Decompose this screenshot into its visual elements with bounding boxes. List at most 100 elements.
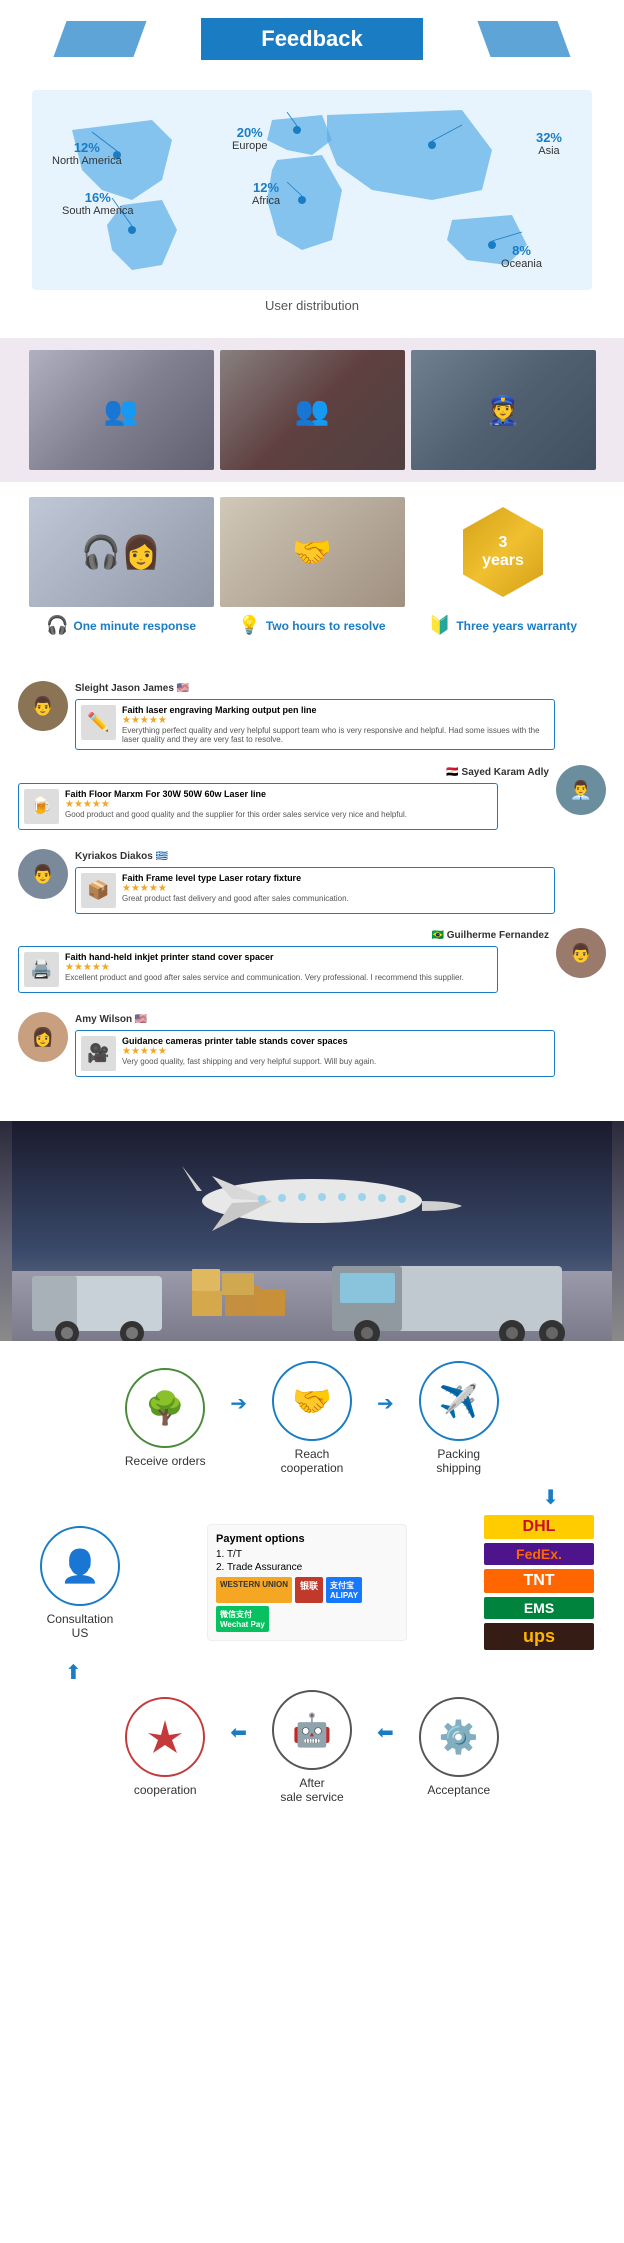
review-item-4: 👨 🇧🇷 Guilherme Fernandez 🖨️ Faith hand-h… [10,928,614,1008]
process-row-3: cooperation ⬅ 🤖 Aftersale service ⬅ ⚙️ A… [10,1690,614,1804]
payment-option-2: 2. Trade Assurance [216,1562,398,1573]
cooperation-icon [125,1697,205,1777]
reach-cooperation-icon: 🤝 [272,1361,352,1441]
service-img-1: 🎧👩 [29,497,214,607]
product-thumb-5: 🎥 [81,1036,116,1071]
ups-logo: ups [484,1623,594,1650]
review-card-2: 🍺 Faith Floor Marxm For 30W 50W 60w Lase… [18,783,498,830]
shipping-illustration [12,1121,612,1341]
label-north-america: 12% North America [52,140,122,167]
avatar-2: 👨‍💼 [556,765,606,815]
service-section: 🎧👩 🤝 3 years 🎧 One minute response 💡 Two… [0,482,624,651]
reach-cooperation-label: Reachcooperation [281,1447,344,1475]
service-icons-row: 🎧👩 🤝 3 years [10,497,614,607]
reviewer-name-5: Amy Wilson 🇺🇸 [75,1014,147,1025]
review-title-1: Faith laser engraving Marking output pen… [122,705,549,715]
review-text-5: Very good quality, fast shipping and ver… [122,1057,549,1066]
label-oceania: 8% Oceania [501,243,542,270]
photo-1: 👥 [29,350,214,470]
page-title: Feedback [201,18,423,60]
avatar-4: 👨 [556,928,606,978]
acceptance-icon: ⚙️ [419,1697,499,1777]
stars-3: ★★★★★ [122,883,549,894]
label-asia: 32% Asia [536,130,562,157]
dhl-logo: DHL [484,1515,594,1539]
service-shield: 3 years [411,497,596,607]
arrow-down-right: ⬇ [10,1485,614,1510]
shipping-logos-col: DHL FedEx. TNT EMS ups [484,1515,594,1650]
western-union-logo: WESTERN UNION [216,1577,292,1603]
arrow-left-1: ⬅ [230,1720,247,1745]
bulb-icon: 💡 [238,615,260,636]
avatar-5: 👩 [18,1012,68,1062]
payment-option-1: 1. T/T [216,1549,398,1560]
process-row-1: 🌳 Receive orders ➔ 🤝 Reachcooperation ➔ … [10,1361,614,1475]
label-africa: 12% Africa [252,180,280,207]
avatar-3: 👨 [18,849,68,899]
stars-2: ★★★★★ [65,799,492,810]
review-title-4: Faith hand-held inkjet printer stand cov… [65,952,492,962]
product-thumb-1: ✏️ [81,705,116,740]
service-label-1: 🎧 One minute response [29,615,214,636]
review-item-1: 👨 Sleight Jason James 🇺🇸 ✏️ Faith laser … [10,681,614,761]
review-title-2: Faith Floor Marxm For 30W 50W 60w Laser … [65,789,492,799]
review-title-3: Faith Frame level type Laser rotary fixt… [122,873,549,883]
process-cooperation: cooperation [105,1697,225,1797]
photo-2: 👥 [220,350,405,470]
payment-logos: WESTERN UNION 银联 支付宝 ALIPAY 微信支付 Wechat … [216,1577,398,1632]
review-text-1: Everything perfect quality and very help… [122,726,549,744]
arrow-up-left: ⬆ [10,1660,614,1685]
world-map-container: 12% North America 16% South America 20% … [32,90,592,290]
process-reach-cooperation: 🤝 Reachcooperation [252,1361,372,1475]
wechatpay-logo: 微信支付 Wechat Pay [216,1606,269,1632]
header-section: Feedback [0,0,624,70]
reviewer-name-3: Kyriakos Diakos 🇬🇷 [75,851,168,862]
reviewer-name-1: Sleight Jason James 🇺🇸 [75,683,189,694]
arrow-right-1: ➔ [230,1391,247,1416]
shield-3years: 3 years [463,507,543,597]
avatar-1: 👨 [18,681,68,731]
ems-logo: EMS [484,1597,594,1619]
packing-shipping-icon: ✈️ [419,1361,499,1441]
service-label-2: 💡 Two hours to resolve [220,615,405,636]
fedex-logo: FedEx. [484,1543,594,1565]
product-thumb-2: 🍺 [24,789,59,824]
product-thumb-3: 📦 [81,873,116,908]
receive-orders-label: Receive orders [125,1454,206,1468]
service-img-2: 🤝 [220,497,405,607]
payment-title: Payment options [216,1533,398,1545]
review-item-3: 👨 Kyriakos Diakos 🇬🇷 📦 Faith Frame level… [10,849,614,924]
ribbon-left [53,21,146,57]
review-item-2: 👨‍💼 🇪🇬 Sayed Karam Adly 🍺 Faith Floor Ma… [10,765,614,845]
review-text-2: Good product and good quality and the su… [65,810,492,819]
photo-3: 👮 [411,350,596,470]
payment-box: Payment options 1. T/T 2. Trade Assuranc… [207,1524,407,1641]
process-receive-orders: 🌳 Receive orders [105,1368,225,1468]
process-section: 🌳 Receive orders ➔ 🤝 Reachcooperation ➔ … [0,1341,624,1834]
arrow-right-2: ➔ [377,1391,394,1416]
review-card-5: 🎥 Guidance cameras printer table stands … [75,1030,555,1077]
process-packing-shipping: ✈️ Packingshipping [399,1361,519,1475]
warranty-icon: 🔰 [429,615,451,636]
reviews-section: 👨 Sleight Jason James 🇺🇸 ✏️ Faith laser … [0,661,624,1111]
consultation-icon: 👤 [40,1526,120,1606]
reviewer-name-4: 🇧🇷 Guilherme Fernandez [432,930,549,941]
receive-orders-icon: 🌳 [125,1368,205,1448]
aftersale-label: Aftersale service [280,1776,343,1804]
service-labels-row: 🎧 One minute response 💡 Two hours to res… [10,615,614,651]
aftersale-icon: 🤖 [272,1690,352,1770]
product-thumb-4: 🖨️ [24,952,59,987]
process-aftersale: 🤖 Aftersale service [252,1690,372,1804]
user-distribution-label: User distribution [10,298,614,313]
consultation-label: ConsultationUS [47,1612,114,1640]
alipay-logo: 支付宝 ALIPAY [326,1577,362,1603]
headset-icon: 🎧 [46,615,68,636]
review-card-1: ✏️ Faith laser engraving Marking output … [75,699,555,750]
review-card-4: 🖨️ Faith hand-held inkjet printer stand … [18,946,498,993]
review-item-5: 👩 Amy Wilson 🇺🇸 🎥 Guidance cameras print… [10,1012,614,1087]
reviewer-name-2: 🇪🇬 Sayed Karam Adly [446,767,549,778]
world-map-section: 12% North America 16% South America 20% … [0,70,624,338]
shipping-photo [0,1121,624,1341]
unionpay-logo: 银联 [295,1577,323,1603]
photo-strip: 👥 👥 👮 [0,338,624,482]
